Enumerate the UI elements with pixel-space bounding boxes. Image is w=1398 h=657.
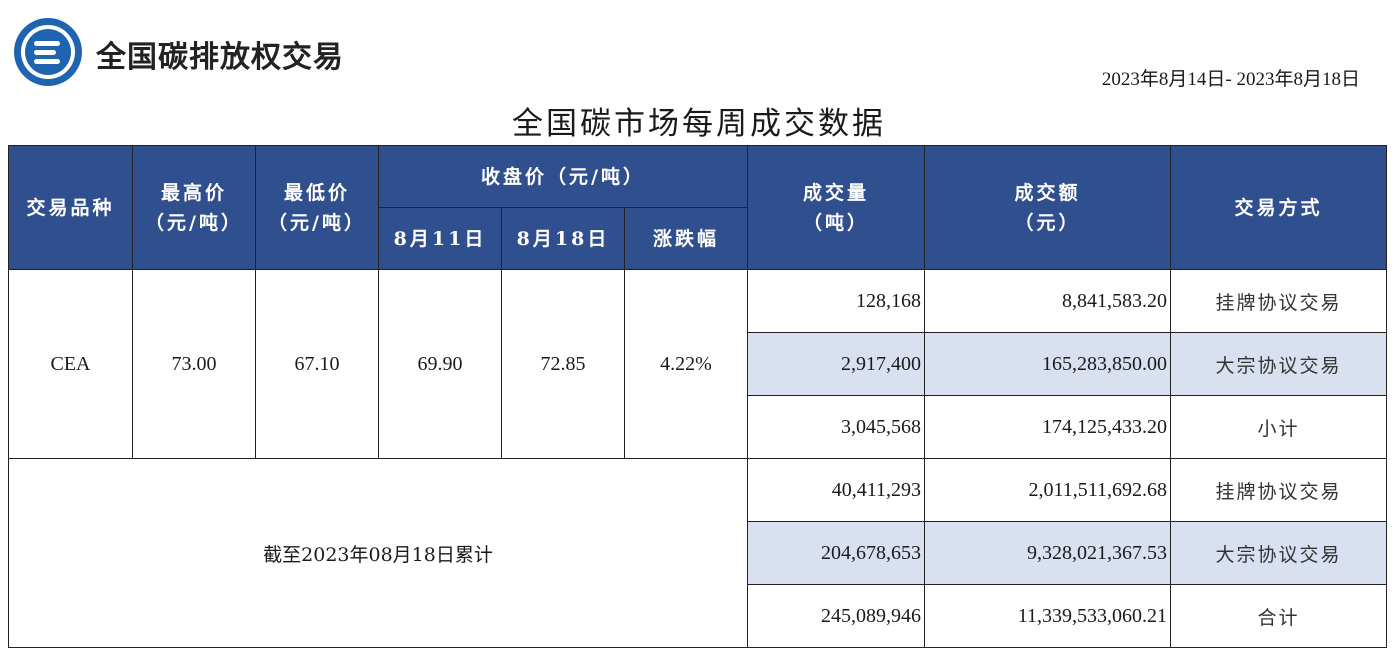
header-close: 收盘价（元/吨） <box>378 145 748 208</box>
volume-cell: 128,168 <box>747 269 925 333</box>
amount-cell: 165,283,850.00 <box>924 332 1171 396</box>
page-title: 全国碳市场每周成交数据 <box>512 106 886 142</box>
cumulative-label: 截至2023年08月18日累计 <box>8 458 748 648</box>
header-high-unit: （元/吨） <box>145 211 243 234</box>
header-variety: 交易品种 <box>8 145 133 270</box>
header-low: 最低价 （元/吨） <box>255 145 379 270</box>
header-amount-unit: （元） <box>1014 211 1081 234</box>
trading-table: 交易品种 最高价 （元/吨） 最低价 （元/吨） 收盘价（元/吨） 成交量 （吨… <box>8 145 1387 648</box>
amount-cell: 8,841,583.20 <box>924 269 1171 333</box>
header-volume: 成交量 （吨） <box>747 145 925 270</box>
volume-cell: 2,917,400 <box>747 332 925 396</box>
exchange-logo <box>14 18 82 86</box>
header-high-label: 最高价 <box>160 181 227 204</box>
method-cell: 挂牌协议交易 <box>1170 458 1387 522</box>
brand-name: 全国碳排放权交易 <box>96 40 344 75</box>
high-price-cell: 73.00 <box>132 269 256 459</box>
variety-cell: CEA <box>8 269 133 459</box>
header-amount: 成交额 （元） <box>924 145 1171 270</box>
method-cell: 大宗协议交易 <box>1170 521 1387 585</box>
method-cell: 挂牌协议交易 <box>1170 269 1387 333</box>
method-cell: 合计 <box>1170 584 1387 648</box>
header-close-prev: 8月11日 <box>378 207 502 270</box>
header-method: 交易方式 <box>1170 145 1387 270</box>
amount-cell: 2,011,511,692.68 <box>924 458 1171 522</box>
close-prev-cell: 69.90 <box>378 269 502 459</box>
volume-cell: 40,411,293 <box>747 458 925 522</box>
amount-cell: 9,328,021,367.53 <box>924 521 1171 585</box>
amount-cell: 174,125,433.20 <box>924 395 1171 459</box>
volume-cell: 204,678,653 <box>747 521 925 585</box>
table-row: 截至2023年08月18日累计 40,411,293 2,011,511,692… <box>8 458 1387 648</box>
volume-cell: 245,089,946 <box>747 584 925 648</box>
header-high: 最高价 （元/吨） <box>132 145 256 270</box>
header-change: 涨跌幅 <box>624 207 748 270</box>
method-cell: 小计 <box>1170 395 1387 459</box>
close-curr-cell: 72.85 <box>501 269 625 459</box>
low-price-cell: 67.10 <box>255 269 379 459</box>
method-cell: 大宗协议交易 <box>1170 332 1387 396</box>
change-cell: 4.22% <box>624 269 748 459</box>
amount-cell: 11,339,533,060.21 <box>924 584 1171 648</box>
header-volume-unit: （吨） <box>802 211 869 234</box>
date-range: 2023年8月14日- 2023年8月18日 <box>1101 69 1360 90</box>
volume-cell: 3,045,568 <box>747 395 925 459</box>
header-close-curr: 8月18日 <box>501 207 625 270</box>
header-low-unit: （元/吨） <box>268 211 366 234</box>
table-row: CEA 73.00 67.10 69.90 72.85 4.22% 128,16… <box>8 269 1387 459</box>
header-volume-label: 成交量 <box>802 181 869 204</box>
header-amount-label: 成交额 <box>1014 181 1081 204</box>
header-low-label: 最低价 <box>283 181 350 204</box>
